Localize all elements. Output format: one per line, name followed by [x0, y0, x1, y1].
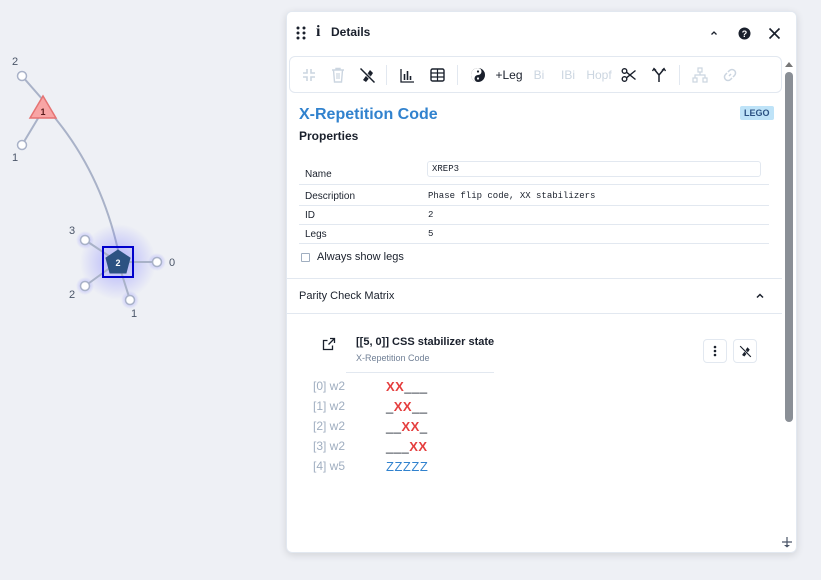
properties-heading: Properties — [299, 129, 359, 143]
highlight-off-tool-button[interactable] — [357, 66, 377, 84]
state-title: [[5, 0]] CSS stabilizer state — [356, 336, 495, 348]
panel-titlebar[interactable]: i Details ? — [287, 12, 796, 53]
fork-tool-button[interactable] — [650, 66, 668, 84]
yin-yang-icon — [471, 68, 485, 82]
chevron-up-icon[interactable] — [754, 290, 766, 302]
row-label: [1] w2 — [313, 399, 346, 413]
property-key: Legs — [305, 229, 327, 240]
leg-endpoint[interactable] — [151, 256, 163, 268]
hopf-button[interactable]: Hopf — [586, 66, 612, 84]
triangle-lego-node[interactable]: 1 — [28, 94, 58, 119]
node-label: 1 — [40, 107, 45, 117]
property-value: 5 — [428, 229, 434, 239]
scroll-thumb[interactable] — [785, 72, 793, 422]
leg-label: 1 — [12, 152, 18, 164]
chart-tool-button[interactable] — [398, 66, 416, 84]
external-link-icon[interactable] — [322, 337, 336, 351]
collapse-panel-button[interactable] — [706, 25, 722, 41]
section-divider — [287, 278, 782, 279]
collapse-tool-button[interactable] — [299, 66, 319, 84]
node-label: 2 — [115, 258, 120, 268]
hierarchy-tool-button[interactable] — [691, 66, 709, 84]
property-key: ID — [305, 210, 315, 221]
chevron-up-icon — [711, 31, 717, 35]
more-vertical-icon — [713, 345, 717, 357]
leg-endpoint[interactable] — [79, 280, 91, 292]
pauli-string: __XX_ — [386, 419, 428, 434]
highlight-off-icon — [359, 67, 375, 83]
always-show-legs-toggle[interactable]: Always show legs — [301, 251, 404, 263]
delete-tool-button[interactable] — [328, 66, 348, 84]
details-content: X-Repetition Code LEGO Properties Name X… — [287, 94, 782, 552]
close-icon — [768, 27, 780, 39]
row-label: [0] w2 — [313, 379, 346, 393]
leg-endpoint[interactable] — [79, 234, 91, 246]
cut-tool-button[interactable] — [620, 66, 638, 84]
table-icon — [429, 68, 445, 82]
parity-check-heading[interactable]: Parity Check Matrix — [299, 290, 394, 302]
lego-title: X-Repetition Code — [299, 106, 438, 123]
pauli-string: _XX__ — [386, 399, 428, 414]
bi-button[interactable]: Bi — [532, 66, 546, 84]
state-subtitle: X-Repetition Code — [356, 353, 430, 363]
row-label: [4] w5 — [313, 459, 346, 473]
always-show-legs-label: Always show legs — [317, 251, 404, 263]
fork-icon — [651, 67, 667, 82]
scroll-up-arrow-icon[interactable] — [782, 58, 796, 70]
property-row-name: Name XREP3 — [299, 161, 769, 185]
drag-handle-icon[interactable] — [296, 26, 306, 40]
link-tool-button[interactable] — [721, 66, 739, 84]
highlight-off-button[interactable] — [733, 339, 757, 363]
row-label: [2] w2 — [313, 419, 346, 433]
leg-label: 0 — [169, 257, 175, 269]
help-button[interactable]: ? — [736, 25, 752, 41]
pauli-string: XX___ — [386, 379, 428, 394]
yin-yang-tool-button[interactable] — [469, 66, 487, 84]
row-label: [3] w2 — [313, 439, 346, 453]
panel-title: Details — [331, 25, 371, 39]
close-panel-button[interactable] — [766, 25, 782, 41]
ibi-button[interactable]: IBi — [560, 66, 576, 84]
pauli-string: ZZZZZ — [386, 459, 429, 474]
bar-chart-icon — [399, 68, 414, 83]
property-key: Name — [305, 169, 332, 180]
leg-endpoint[interactable] — [16, 70, 28, 82]
section-divider — [287, 313, 782, 314]
info-icon: i — [316, 23, 321, 40]
property-key: Description — [305, 191, 356, 202]
trash-icon — [332, 67, 344, 83]
add-leg-button[interactable]: +Leg — [494, 66, 524, 84]
property-value: Phase flip code, XX stabilizers — [428, 191, 596, 201]
table-tool-button[interactable] — [428, 66, 446, 84]
leg-label: 2 — [12, 56, 18, 68]
leg-label: 2 — [69, 289, 75, 301]
highlight-off-icon — [738, 344, 752, 358]
more-options-button[interactable] — [703, 339, 727, 363]
leg-endpoint[interactable] — [124, 294, 136, 306]
details-panel: i Details ? +Leg Bi IBi Hopf X-Repetitio… — [286, 11, 797, 553]
pauli-string: ___XX — [386, 439, 428, 454]
scissors-icon — [621, 68, 636, 82]
lego-badge: LEGO — [740, 106, 774, 120]
svg-text:?: ? — [741, 29, 747, 39]
help-icon: ? — [738, 27, 750, 39]
state-divider — [346, 372, 494, 373]
leg-endpoint[interactable] — [16, 139, 28, 151]
panel-scrollbar[interactable] — [782, 56, 796, 552]
property-value: 2 — [428, 210, 434, 220]
property-row-legs: Legs 5 — [299, 224, 769, 244]
resize-handle-icon[interactable] — [781, 536, 793, 548]
leg-label: 1 — [131, 308, 137, 320]
hierarchy-icon — [692, 67, 708, 83]
link-icon — [723, 68, 737, 82]
lego-toolbar: +Leg Bi IBi Hopf — [289, 56, 782, 93]
property-row-description: Description Phase flip code, XX stabiliz… — [299, 186, 769, 206]
property-row-id: ID 2 — [299, 205, 769, 225]
collapse-icon — [303, 69, 315, 81]
lego-name-input[interactable]: XREP3 — [427, 161, 761, 177]
leg-label: 3 — [69, 225, 75, 237]
always-show-legs-checkbox[interactable] — [301, 252, 310, 262]
